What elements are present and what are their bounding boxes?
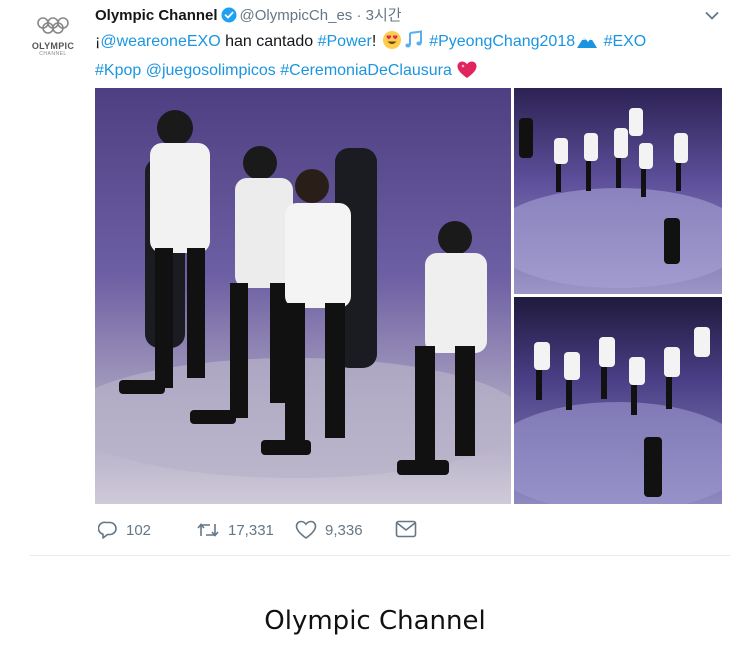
account-name[interactable]: Olympic Channel: [95, 7, 218, 24]
music-notes-emoji-icon: [404, 30, 424, 58]
envelope-icon: [395, 520, 417, 538]
like-button[interactable]: 9,336: [295, 520, 363, 540]
photo-top-right[interactable]: [514, 88, 722, 294]
reply-button[interactable]: 102: [98, 520, 151, 540]
photo-bottom-right[interactable]: [514, 297, 722, 504]
retweet-button[interactable]: 17,331: [196, 520, 274, 540]
tweet-header: Olympic Channel @OlympicCh_es · 3시간: [95, 6, 402, 29]
account-handle[interactable]: @OlympicCh_es: [240, 7, 353, 24]
avatar-logo-subtext: CHANNEL: [39, 51, 67, 57]
mention-link[interactable]: @juegosolimpicos: [146, 62, 276, 79]
hashtag-link[interactable]: #Power: [318, 33, 372, 50]
text-fragment: han cantado: [220, 33, 318, 50]
hashtag-link[interactable]: #CeremoniaDeClausura: [280, 62, 452, 79]
tweet[interactable]: OLYMPIC CHANNEL Olympic Channel @OlympicC…: [0, 0, 750, 555]
hashtag-link[interactable]: #EXO: [604, 33, 647, 50]
stage-illustration: [514, 108, 722, 288]
text-fragment: !: [371, 33, 381, 50]
image-caption: Olympic Channel: [264, 606, 486, 636]
tweet-text: ¡@weareoneEXO han cantado #Power! #Pyeon…: [95, 29, 715, 87]
separator-dot: ·: [356, 7, 362, 24]
photo-grid[interactable]: [95, 88, 722, 504]
reply-count: 102: [126, 521, 152, 539]
hashtag-link[interactable]: #Kpop: [95, 62, 141, 79]
like-count: 9,336: [325, 521, 363, 539]
heart-eyes-emoji-icon: [382, 30, 402, 58]
reply-icon: [98, 521, 117, 539]
verified-badge-icon: [221, 7, 237, 29]
mountain-hashflag-icon: [576, 32, 598, 58]
photo-main[interactable]: [95, 88, 511, 504]
tweet-actions: 102 17,331 9,336: [95, 520, 715, 548]
tweet-timestamp[interactable]: 3시간: [366, 7, 402, 24]
retweet-icon: [197, 523, 219, 537]
hashtag-link[interactable]: #PyeongChang2018: [429, 33, 575, 50]
stage-illustration: [514, 327, 722, 504]
avatar-logo-text: OLYMPIC: [31, 41, 75, 51]
olympic-rings-icon: [37, 17, 69, 34]
heart-icon: [295, 520, 317, 539]
chevron-down-icon[interactable]: [704, 8, 720, 24]
divider: [30, 555, 730, 556]
direct-message-button[interactable]: [395, 520, 425, 538]
dancers-illustration: [95, 110, 511, 478]
sparkling-heart-emoji-icon: [457, 61, 477, 87]
retweet-count: 17,331: [228, 521, 274, 539]
mention-link[interactable]: @weareoneEXO: [100, 33, 220, 50]
avatar[interactable]: OLYMPIC CHANNEL: [24, 14, 82, 62]
